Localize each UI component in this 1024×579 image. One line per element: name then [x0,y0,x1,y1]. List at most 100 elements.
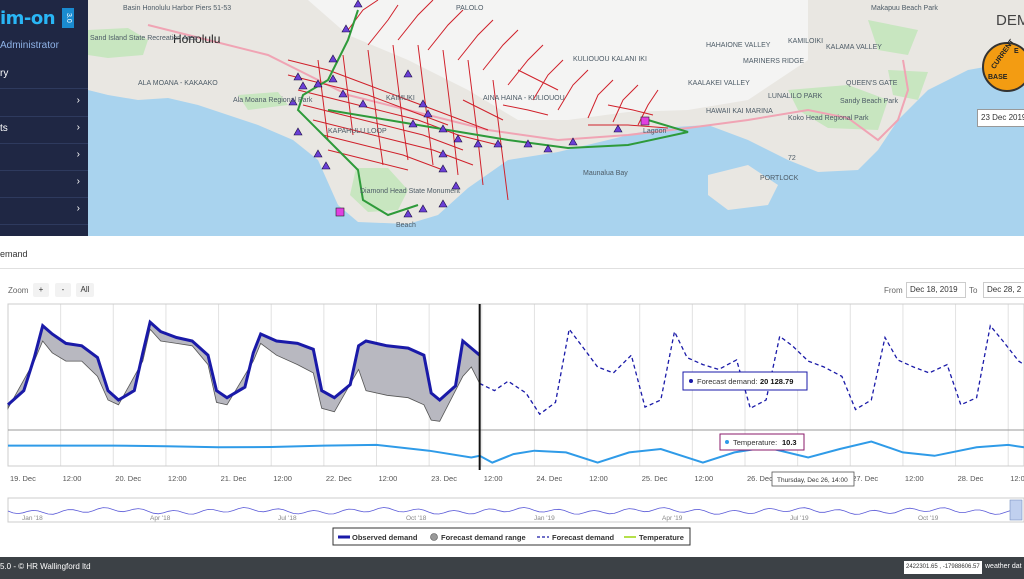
map-label-kaalakei: KAALAKEI VALLEY [688,80,750,87]
network-map[interactable]: Honolulu ALA MOANA - KAKAAKO Ala Moana R… [88,0,1024,236]
navigator-tick-label: Apr '19 [662,515,683,522]
map-label-portlock: PORTLOCK [760,175,799,182]
map-canvas[interactable] [88,0,1024,236]
user-name[interactable]: Administrator [0,40,59,51]
navigator-tick-label: Jan '18 [22,515,43,522]
reservoir-marker [640,116,650,126]
sidebar-item-4[interactable]: › [0,144,88,171]
x-axis-ticks: 19. Dec 12:00 20. Dec 12:00 21. Dec 12:00 22. … [10,474,1024,483]
current-base-gauge[interactable]: CURRENT BASE E [982,38,1024,92]
land-area [708,165,778,210]
gauge-label-base: BASE [988,74,1008,81]
x-tick-label: 23. Dec [431,474,457,483]
map-label-palolo: PALOLO [456,5,484,12]
sidebar-item-history[interactable]: ry [0,62,88,89]
tooltip-dot [689,379,693,383]
legend-item-range: Forecast demand range [441,533,526,542]
coordinate-readout: 2422301.65 , -17988606.57 [904,561,982,574]
gauge-label-e: E [1014,48,1019,55]
map-label-aina-haina: AINA HAINA - KULIOUOU [483,95,565,102]
forecast-tooltip-value: 20 128.79 [760,377,793,386]
forecast-tooltip: Forecast demand: 20 128.79 [682,371,808,391]
temperature-tooltip-value: 10.3 [782,438,797,447]
navigator-tick-label: Jul '18 [278,515,297,522]
map-label-lunalilo-park: LUNALILO PARK [768,93,823,100]
legend-item-temperature: Temperature [639,533,684,542]
navigator-tick-label: Apr '18 [150,515,171,522]
demand-title: DEM [996,12,1024,29]
map-label-kaimuki: KAIMUKI [386,95,415,102]
navigator-tick-label: Jul '19 [790,515,809,522]
logo-text: im-on [0,8,56,29]
map-label-sandy-beach: Sandy Beach Park [840,98,898,105]
map-label-route: 72 [788,155,796,162]
map-label-kapahulu: KAPAHULU LOOP [328,128,387,135]
from-label: From [884,286,903,295]
to-date-input[interactable]: Dec 28, 2 [983,282,1024,298]
navigator-handle[interactable] [1009,499,1023,521]
logo-badge: 3.0 [62,8,74,28]
sidebar-item-label: ts [0,123,8,134]
chevron-right-icon: › [76,122,80,133]
from-date-input[interactable]: Dec 18, 2019 [906,282,966,298]
x-tick-label: 25. Dec [642,474,668,483]
legend-symbol-range [430,533,438,541]
navigator-tick-label: Oct '19 [918,515,939,522]
map-label-sand-island: Sand Island State Recreation Area [90,35,198,42]
map-label-diamond-head: Diamond Head State Monument [360,188,460,195]
sidebar-item-reports[interactable]: ts › [0,117,88,144]
weather-data-link[interactable]: weather dat [985,563,1022,570]
x-tick-label: 12:00 [378,474,397,483]
forecast-demand-line [479,324,1024,416]
map-label-ala-moana: ALA MOANA - KAKAAKO [138,80,218,87]
x-tick-label: 20. Dec [115,474,141,483]
map-label-kuliouou: KULIOUOU KALANI IKI [573,56,647,63]
footer: 5.0 - © HR Wallingford ltd 2422301.65 , … [0,557,1024,579]
x-tick-label: 12:00 [694,474,713,483]
app-logo[interactable]: im-on 3.0 [0,6,88,30]
x-tick-label: 19. Dec [10,474,36,483]
zoom-out-button[interactable]: - [55,283,71,297]
panel-header: emand [0,240,1024,269]
x-tick-label: 12:00 [273,474,292,483]
chart-legend: Observed demand Forecast demand range Fo… [332,527,691,546]
x-tick-label: 12:00 [168,474,187,483]
zoom-label: Zoom [8,286,29,295]
forecast-range-area [7,321,481,422]
legend-item-forecast: Forecast demand [552,533,615,542]
sidebar-item-5[interactable]: › [0,171,88,198]
map-label-kalama-valley: KALAMA VALLEY [826,44,882,51]
chevron-right-icon: › [76,176,80,187]
reservoir-marker [335,207,345,217]
navigator-tick-label: Jan '19 [534,515,555,522]
x-tick-label: 28. Dec [958,474,984,483]
x-tick-label: 22. Dec [326,474,352,483]
panel-title: emand [0,249,28,259]
x-tick-label: 12:00 [905,474,924,483]
zoom-in-button[interactable]: + [33,283,49,297]
x-tick-label: 12:00 [1010,474,1024,483]
temperature-line [8,440,1024,464]
x-tick-label: 26. Dec [747,474,773,483]
x-tick-label: 12:00 [589,474,608,483]
map-label-maunalua-bay: Maunalua Bay [583,170,628,177]
x-tick-label: 21. Dec [221,474,247,483]
zoom-all-button[interactable]: All [76,283,94,297]
chevron-right-icon: › [76,95,80,106]
map-label-makapuu: Makapuu Beach Park [871,5,938,12]
crosshair-date-label: Thursday, Dec 26, 14:00 [771,471,855,487]
sidebar-item-6[interactable]: › [0,198,88,225]
footer-version: 5.0 - © HR Wallingford ltd [0,562,91,571]
map-label-mariners-ridge: MARINERS RIDGE [743,58,805,65]
map-label-ala-moana-park: Ala Moana Regional Park [233,97,313,104]
demand-chart[interactable]: 19. Dec 12:00 20. Dec 12:00 21. Dec 12:00 22. … [0,300,1024,557]
map-label-beach: Beach [396,222,416,229]
map-label-lagoon: Lagoon [643,128,667,135]
legend-item-observed: Observed demand [352,533,418,542]
map-label-kamiloiki: KAMILOIKI [788,38,824,45]
map-label-queens-gate: QUEEN'S GATE [846,80,898,87]
chevron-right-icon: › [76,149,80,160]
tooltip-dot [725,440,729,444]
sidebar-item-2[interactable]: › [0,90,88,117]
map-label-hahaione: HAHAIONE VALLEY [706,42,771,49]
